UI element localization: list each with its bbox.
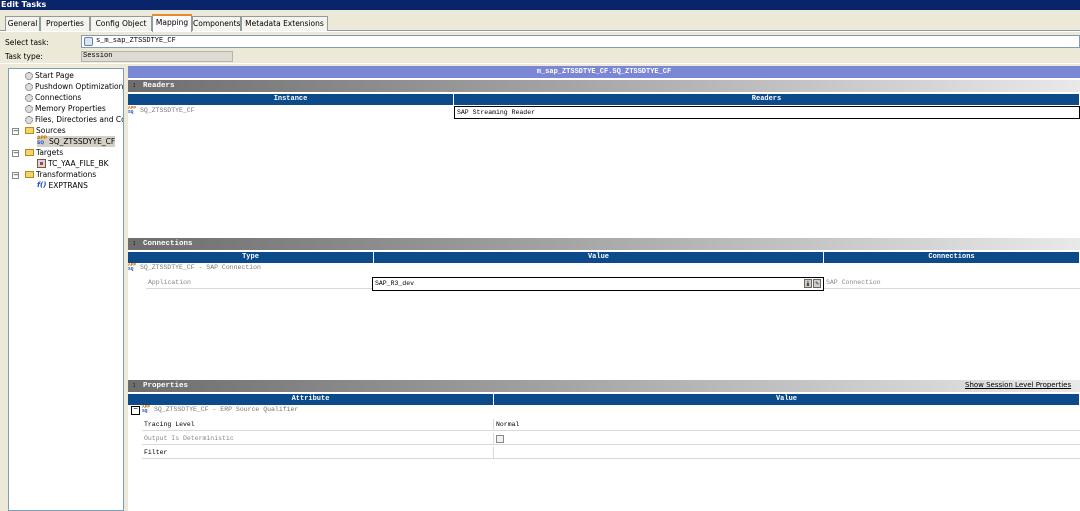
edit-pencil-icon[interactable]: ✎ [813, 279, 821, 288]
connection-browse-buttons[interactable]: ⤓ ✎ [804, 279, 822, 288]
tab-properties[interactable]: Properties [40, 16, 90, 31]
connections-group-row: APP SQ SQ_ZTSSDTYE_CF - SAP Connection [128, 262, 261, 272]
tree-item-files-directories[interactable]: Files, Directories and Commands [25, 114, 123, 125]
tab-config-object[interactable]: Config Object [90, 16, 152, 31]
output-deterministic-checkbox[interactable] [496, 435, 504, 443]
tree-item-pushdown-optimization[interactable]: Pushdown Optimization [25, 81, 123, 92]
collapse-sources-icon[interactable]: − [12, 128, 19, 135]
tree-item-exptrans[interactable]: f() EXPTRANS [37, 180, 88, 191]
collapse-targets-icon[interactable]: − [12, 150, 19, 157]
connections-col-value: Value [374, 252, 824, 263]
tab-components[interactable]: Components [192, 16, 241, 31]
collapse-toggle-icon[interactable]: ↕ [132, 382, 139, 390]
connections-col-connections: Connections [824, 252, 1080, 263]
tree-item-transformations[interactable]: Transformations [25, 169, 96, 180]
select-task-value: s_m_sap_ZTSSDTYE_CF [96, 37, 176, 45]
property-attribute-output-deterministic: Output Is Deterministic [142, 433, 494, 445]
readers-row-reader[interactable]: SAP Streaming Reader [454, 106, 1080, 119]
property-value-output-deterministic [494, 433, 1080, 445]
window-title: Edit Tasks [0, 0, 1080, 10]
gear-icon [25, 115, 33, 124]
property-attribute-tracing-level: Tracing Level [142, 419, 494, 431]
session-icon [84, 37, 93, 46]
folder-icon [25, 171, 34, 178]
source-qualifier-icon: APP SQ [142, 404, 151, 414]
tab-bar: General Properties Config Object Mapping… [0, 10, 1080, 32]
source-qualifier-icon: APP SQ [128, 262, 137, 272]
select-task-dropdown[interactable]: s_m_sap_ZTSSDTYE_CF [81, 35, 1080, 48]
tree-item-connections[interactable]: Connections [25, 92, 81, 103]
collapse-group-icon[interactable]: − [131, 405, 140, 415]
work-area: Start Page Pushdown Optimization Connect… [0, 64, 1080, 511]
gear-icon [25, 71, 33, 80]
properties-section-header[interactable]: ↕ Properties [128, 380, 1080, 392]
target-table-icon [37, 159, 46, 168]
gear-icon [25, 104, 33, 113]
show-session-level-properties-link[interactable]: Show Session Level Properties [965, 381, 1071, 389]
readers-col-instance: Instance [128, 94, 454, 105]
gear-icon [25, 82, 33, 91]
properties-col-attribute: Attribute [128, 394, 494, 405]
folder-icon [25, 127, 34, 134]
collapse-toggle-icon[interactable]: ↕ [132, 82, 139, 90]
collapse-toggle-icon[interactable]: ↕ [132, 240, 139, 248]
connections-col-type: Type [128, 252, 374, 263]
connection-name-cell: SAP Connection [824, 277, 1080, 289]
source-qualifier-icon: APP SQ [128, 105, 137, 115]
connections-section-header[interactable]: ↕ Connections [128, 238, 1080, 250]
mapping-title: m_sap_ZTSSDTYE_CF.SQ_ZTSSDTYE_CF [128, 66, 1080, 78]
tree-item-sources[interactable]: Sources [25, 125, 66, 136]
connection-type-cell: Application [146, 277, 374, 289]
readers-section-header[interactable]: ↕ Readers [128, 80, 1080, 92]
tab-metadata-extensions[interactable]: Metadata Extensions [241, 16, 328, 31]
properties-col-value: Value [494, 394, 1080, 405]
property-attribute-filter: Filter [142, 447, 494, 459]
connection-value-field[interactable]: SAP_R3_dev ⤓ ✎ [372, 277, 824, 291]
task-type-field: Session [81, 51, 233, 62]
tab-general[interactable]: General [5, 16, 40, 31]
tab-mapping[interactable]: Mapping [152, 14, 192, 32]
properties-group-row: − APP SQ SQ_ZTSSDTYE_CF - ERP Source Qual… [131, 405, 531, 415]
tree-item-start-page[interactable]: Start Page [25, 70, 74, 81]
browse-icon[interactable]: ⤓ [804, 279, 812, 288]
expression-icon: f() [37, 181, 47, 189]
folder-icon [25, 149, 34, 156]
select-task-label: Select task: [5, 38, 49, 47]
tree-item-sq-ztssdyye-cf[interactable]: APP SQ SQ_ZTSSDYYE_CF [37, 136, 116, 147]
gear-icon [25, 93, 33, 102]
tree-item-tc-yaa-file-bk[interactable]: TC_YAA_FILE_BK [37, 158, 109, 169]
readers-row-instance[interactable]: APP SQ SQ_ZTSSDTYE_CF [128, 106, 454, 116]
collapse-transformations-icon[interactable]: − [12, 172, 19, 179]
property-value-filter[interactable] [494, 447, 1080, 459]
readers-col-readers: Readers [454, 94, 1080, 105]
mapping-properties-panel: m_sap_ZTSSDTYE_CF.SQ_ZTSSDTYE_CF ↕ Reader… [128, 66, 1080, 511]
source-qualifier-icon: APP SQ [37, 136, 48, 146]
tree-item-targets[interactable]: Targets [25, 147, 63, 158]
navigator-tree: Start Page Pushdown Optimization Connect… [8, 68, 124, 511]
task-type-label: Task type: [5, 52, 43, 61]
connection-value-text: SAP_R3_dev [375, 280, 415, 287]
property-value-tracing-level[interactable]: Normal [494, 419, 1080, 431]
tree-item-memory-properties[interactable]: Memory Properties [25, 103, 106, 114]
task-header: Select task: s_m_sap_ZTSSDTYE_CF Task ty… [0, 32, 1080, 63]
